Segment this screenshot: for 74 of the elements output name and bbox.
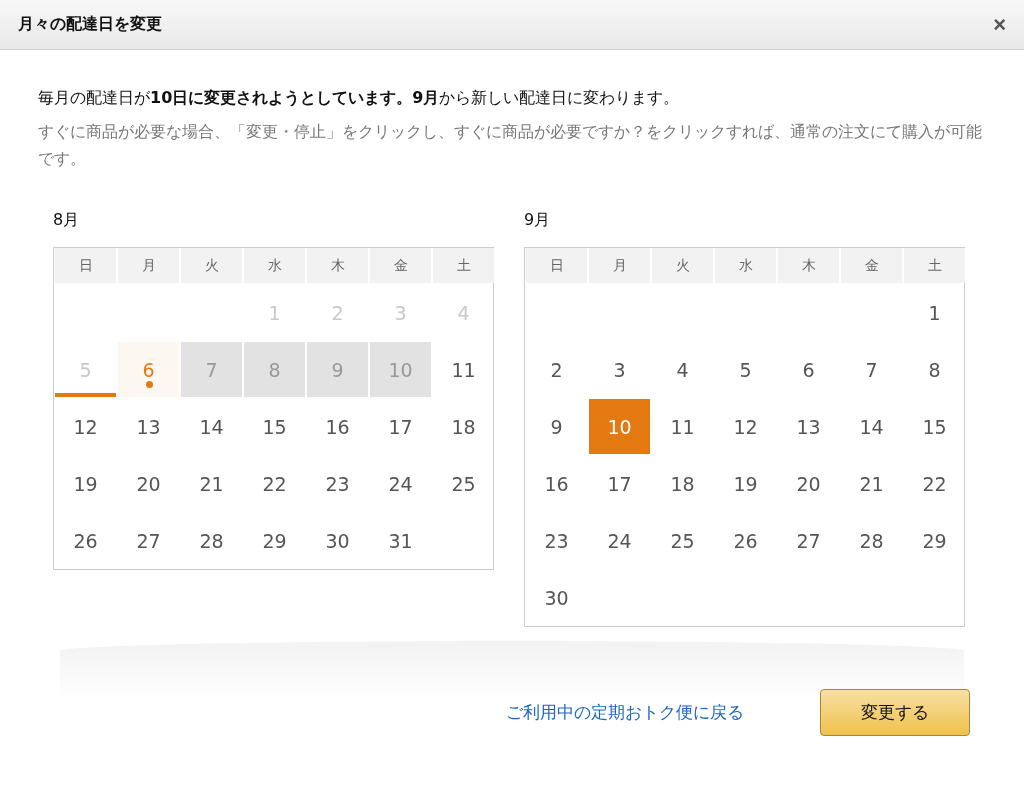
calendar-day[interactable]: 11	[433, 342, 494, 397]
weekday-header: 日	[526, 248, 587, 283]
calendar-day[interactable]: 24	[589, 513, 650, 568]
weekday-header: 木	[778, 248, 839, 283]
calendar-day[interactable]: 15	[244, 399, 305, 454]
weekday-header: 火	[181, 248, 242, 283]
weekday-header: 金	[370, 248, 431, 283]
weekday-header: 火	[652, 248, 713, 283]
calendar-day[interactable]: 16	[307, 399, 368, 454]
weekday-header: 土	[433, 248, 494, 283]
calendar-day[interactable]: 14	[181, 399, 242, 454]
calendar-day[interactable]: 21	[841, 456, 902, 511]
calendar-day[interactable]: 6	[778, 342, 839, 397]
calendar-day[interactable]: 27	[778, 513, 839, 568]
calendar-day[interactable]: 13	[118, 399, 179, 454]
calendar-day[interactable]: 2	[526, 342, 587, 397]
calendar-day[interactable]: 26	[715, 513, 776, 568]
calendar-day[interactable]: 24	[370, 456, 431, 511]
confirm-button[interactable]: 変更する	[820, 689, 970, 736]
calendar-day[interactable]: 15	[904, 399, 965, 454]
calendar-day[interactable]: 14	[841, 399, 902, 454]
calendar-day[interactable]: 27	[118, 513, 179, 568]
calendar-day[interactable]: 1	[904, 285, 965, 340]
today-dot-icon	[145, 381, 153, 388]
calendar-day[interactable]: 28	[181, 513, 242, 568]
weekday-header: 水	[715, 248, 776, 283]
calendar-day[interactable]: 31	[370, 513, 431, 568]
note-text: すぐに商品が必要な場合、「変更・停止」をクリックし、すぐに商品が必要ですか？をクリックすれば、通常の注文にて購入が可能です。	[38, 121, 983, 170]
calendar-day[interactable]: 19	[55, 456, 116, 511]
calendar-day[interactable]: 26	[55, 513, 116, 568]
calendar-day[interactable]: 9	[526, 399, 587, 454]
weekday-header: 木	[307, 248, 368, 283]
calendar-day[interactable]: 5	[715, 342, 776, 397]
calendar-day[interactable]: 20	[118, 456, 179, 511]
weekday-header: 月	[118, 248, 179, 283]
calendar-day[interactable]: 29	[244, 513, 305, 568]
calendar-day[interactable]: 3	[589, 342, 650, 397]
weekday-header: 土	[904, 248, 965, 283]
weekday-header: 水	[244, 248, 305, 283]
weekday-header: 金	[841, 248, 902, 283]
calendar-day[interactable]: 4	[652, 342, 713, 397]
calendar-day[interactable]: 12	[55, 399, 116, 454]
calendar-day[interactable]: 23	[307, 456, 368, 511]
calendar-day[interactable]: 16	[526, 456, 587, 511]
calendar-day[interactable]: 22	[244, 456, 305, 511]
weekday-header: 月	[589, 248, 650, 283]
calendar-day[interactable]: 25	[652, 513, 713, 568]
calendar-day[interactable]: 8	[904, 342, 965, 397]
calendar-day[interactable]: 18	[652, 456, 713, 511]
calendar-day[interactable]: 19	[715, 456, 776, 511]
calendar-day[interactable]: 17	[589, 456, 650, 511]
calendar-day[interactable]: 18	[433, 399, 494, 454]
calendar-day[interactable]: 22	[904, 456, 965, 511]
calendar-day[interactable]: 21	[181, 456, 242, 511]
calendar-day[interactable]: 13	[778, 399, 839, 454]
calendar-day[interactable]: 30	[526, 570, 587, 625]
calendar-day[interactable]: 7	[841, 342, 902, 397]
month-label: 8月	[53, 210, 81, 231]
back-link[interactable]: ご利用中の定期おトク便に戻る	[506, 701, 744, 724]
week-underline	[55, 393, 116, 397]
calendar-day[interactable]: 29	[904, 513, 965, 568]
month-label: 9月	[524, 210, 552, 231]
calendar-day[interactable]: 20	[778, 456, 839, 511]
dialog-title: 月々の配達日を変更	[18, 14, 162, 35]
calendar-day[interactable]: 25	[433, 456, 494, 511]
calendar-day[interactable]: 28	[841, 513, 902, 568]
weekday-header: 日	[55, 248, 116, 283]
calendar-day[interactable]: 17	[370, 399, 431, 454]
calendar-day[interactable]: 12	[715, 399, 776, 454]
close-button[interactable]: ×	[989, 11, 1010, 38]
calendar-day[interactable]: 23	[526, 513, 587, 568]
calendar-day[interactable]: 11	[652, 399, 713, 454]
calendar-day[interactable]: 30	[307, 513, 368, 568]
change-message: 毎月の配達日が10日に変更されようとしています。9月から新しい配達日に変わります。	[38, 87, 681, 109]
